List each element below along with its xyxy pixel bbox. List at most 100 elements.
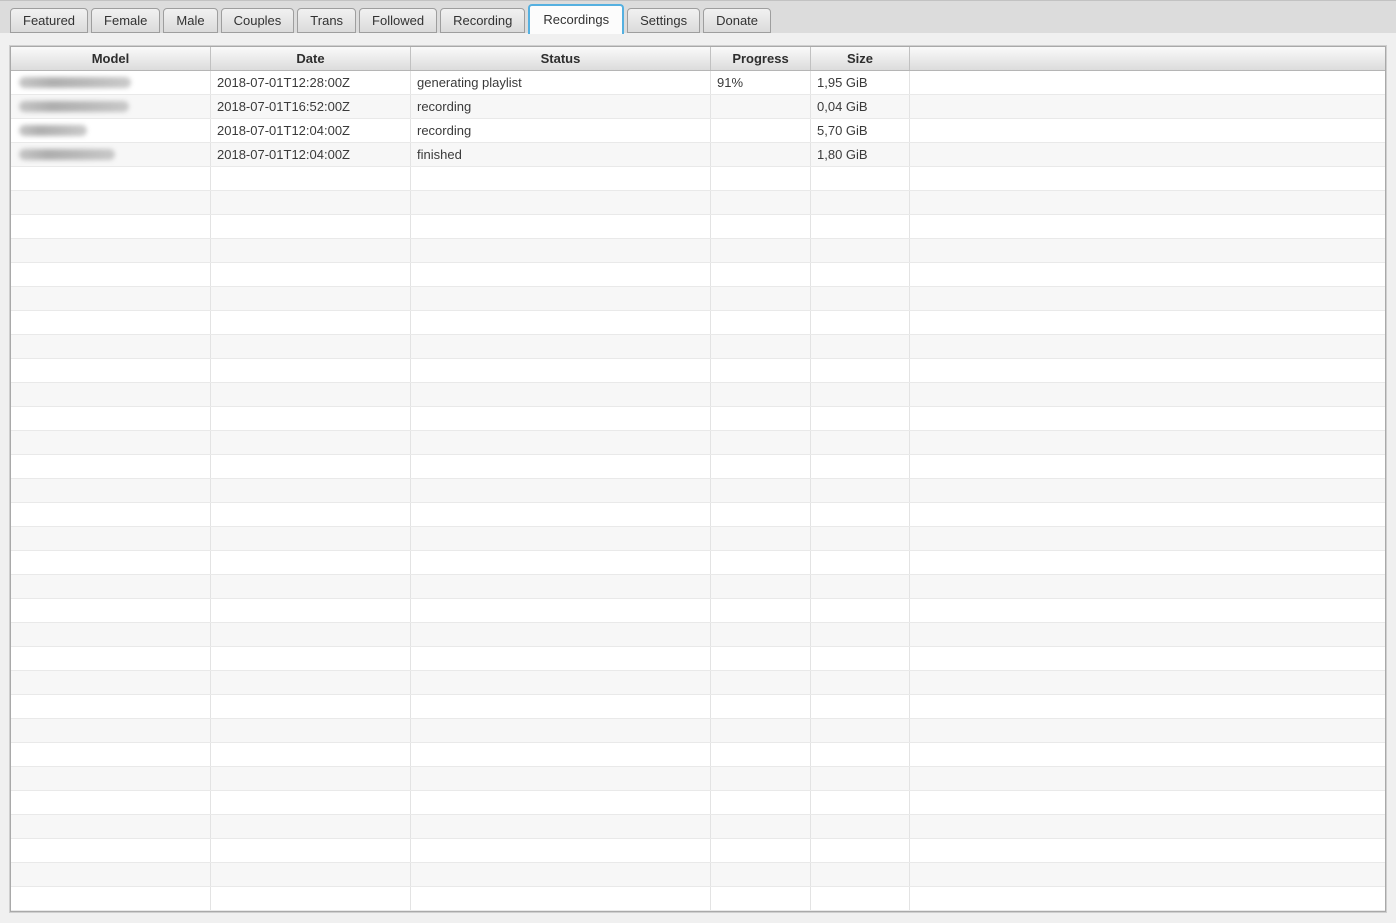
cell-filler bbox=[910, 479, 1385, 502]
column-header-size[interactable]: Size bbox=[811, 47, 910, 70]
cell-model bbox=[11, 383, 211, 406]
cell-model bbox=[11, 335, 211, 358]
cell-progress bbox=[711, 527, 811, 550]
cell-size bbox=[811, 527, 910, 550]
cell-status bbox=[411, 167, 711, 190]
cell-status bbox=[411, 695, 711, 718]
cell-model bbox=[11, 863, 211, 886]
column-header-date[interactable]: Date bbox=[211, 47, 411, 70]
cell-status bbox=[411, 191, 711, 214]
cell-filler bbox=[910, 239, 1385, 262]
empty-row bbox=[11, 311, 1385, 335]
empty-row bbox=[11, 575, 1385, 599]
cell-status bbox=[411, 359, 711, 382]
redacted-model-name bbox=[19, 101, 129, 112]
cell-model bbox=[11, 215, 211, 238]
cell-status bbox=[411, 383, 711, 406]
cell-filler bbox=[910, 719, 1385, 742]
cell-filler bbox=[910, 767, 1385, 790]
empty-row bbox=[11, 383, 1385, 407]
recording-row[interactable]: 2018-07-01T12:28:00Z generating playlist 9… bbox=[11, 71, 1385, 95]
cell-status bbox=[411, 671, 711, 694]
empty-row bbox=[11, 767, 1385, 791]
cell-model bbox=[11, 575, 211, 598]
cell-progress bbox=[711, 287, 811, 310]
cell-size bbox=[811, 863, 910, 886]
tab-settings[interactable]: Settings bbox=[627, 8, 701, 33]
tab-recording[interactable]: Recording bbox=[440, 8, 526, 33]
cell-date bbox=[211, 191, 411, 214]
empty-row bbox=[11, 263, 1385, 287]
recording-row[interactable]: 2018-07-01T12:04:00Z recording 5,70 GiB bbox=[11, 119, 1385, 143]
recording-row[interactable]: 2018-07-01T16:52:00Z recording 0,04 GiB bbox=[11, 95, 1385, 119]
cell-filler bbox=[910, 71, 1385, 94]
cell-size bbox=[811, 311, 910, 334]
empty-row bbox=[11, 791, 1385, 815]
cell-filler bbox=[910, 863, 1385, 886]
cell-progress bbox=[711, 95, 811, 118]
tab-trans[interactable]: Trans bbox=[297, 8, 357, 33]
cell-model bbox=[11, 671, 211, 694]
cell-date bbox=[211, 359, 411, 382]
cell-model bbox=[11, 191, 211, 214]
cell-size bbox=[811, 383, 910, 406]
cell-status bbox=[411, 263, 711, 286]
cell-size bbox=[811, 815, 910, 838]
cell-status bbox=[411, 647, 711, 670]
cell-date bbox=[211, 383, 411, 406]
empty-row bbox=[11, 167, 1385, 191]
cell-progress bbox=[711, 695, 811, 718]
cell-size bbox=[811, 431, 910, 454]
cell-progress bbox=[711, 383, 811, 406]
cell-date bbox=[211, 695, 411, 718]
cell-progress bbox=[711, 215, 811, 238]
cell-filler bbox=[910, 647, 1385, 670]
cell-model bbox=[11, 695, 211, 718]
cell-date bbox=[211, 287, 411, 310]
cell-model bbox=[11, 143, 211, 166]
tab-featured[interactable]: Featured bbox=[10, 8, 89, 33]
cell-progress bbox=[711, 767, 811, 790]
cell-filler bbox=[910, 287, 1385, 310]
empty-row bbox=[11, 191, 1385, 215]
cell-status bbox=[411, 743, 711, 766]
cell-filler bbox=[910, 887, 1385, 910]
tab-donate[interactable]: Donate bbox=[703, 8, 772, 33]
cell-filler bbox=[910, 119, 1385, 142]
cell-model bbox=[11, 263, 211, 286]
redacted-model-name bbox=[19, 125, 87, 136]
cell-progress bbox=[711, 191, 811, 214]
empty-row bbox=[11, 599, 1385, 623]
tab-male[interactable]: Male bbox=[163, 8, 218, 33]
cell-model bbox=[11, 815, 211, 838]
column-header-model[interactable]: Model bbox=[11, 47, 211, 70]
cell-filler bbox=[910, 575, 1385, 598]
cell-filler bbox=[910, 623, 1385, 646]
cell-progress bbox=[711, 647, 811, 670]
cell-progress bbox=[711, 407, 811, 430]
tab-female[interactable]: Female bbox=[91, 8, 161, 33]
cell-progress bbox=[711, 359, 811, 382]
cell-size bbox=[811, 767, 910, 790]
tab-followed[interactable]: Followed bbox=[359, 8, 438, 33]
cell-size bbox=[811, 191, 910, 214]
cell-progress bbox=[711, 455, 811, 478]
empty-row bbox=[11, 239, 1385, 263]
empty-row bbox=[11, 335, 1385, 359]
tab-recordings[interactable]: Recordings bbox=[528, 4, 625, 34]
cell-date bbox=[211, 743, 411, 766]
cell-filler bbox=[910, 311, 1385, 334]
recording-row[interactable]: 2018-07-01T12:04:00Z finished 1,80 GiB bbox=[11, 143, 1385, 167]
cell-progress bbox=[711, 887, 811, 910]
cell-status bbox=[411, 479, 711, 502]
cell-filler bbox=[910, 671, 1385, 694]
cell-model bbox=[11, 71, 211, 94]
cell-size: 0,04 GiB bbox=[811, 95, 910, 118]
column-header-status[interactable]: Status bbox=[411, 47, 711, 70]
column-header-progress[interactable]: Progress bbox=[711, 47, 811, 70]
cell-status bbox=[411, 455, 711, 478]
cell-filler bbox=[910, 359, 1385, 382]
tab-couples[interactable]: Couples bbox=[220, 8, 295, 33]
cell-status bbox=[411, 287, 711, 310]
cell-filler bbox=[910, 431, 1385, 454]
